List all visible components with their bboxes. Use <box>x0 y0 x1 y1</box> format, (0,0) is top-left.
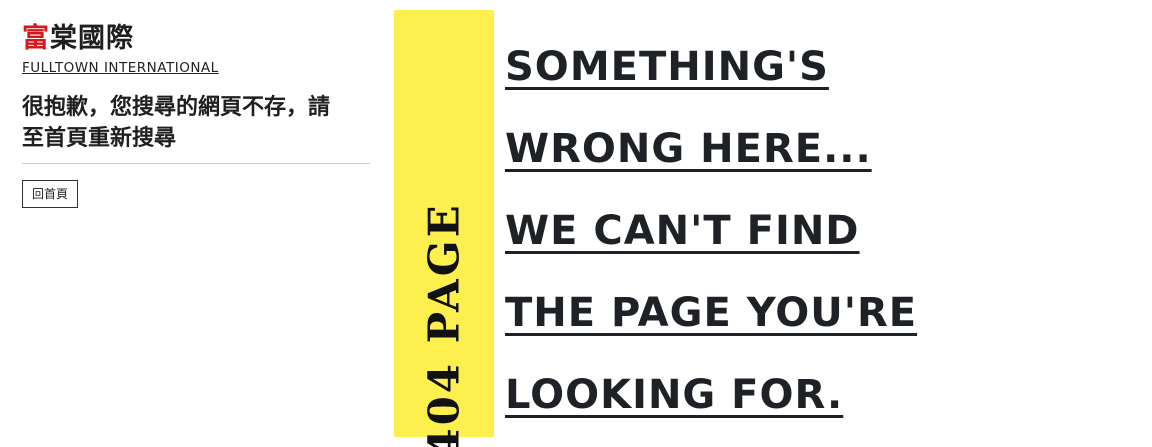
logo-chinese-rest: 棠國際 <box>50 23 134 54</box>
headline-line: THE PAGE YOU'RE <box>505 290 918 336</box>
headline: SOMETHING'S WRONG HERE... WE CAN'T FIND … <box>505 26 917 436</box>
logo-english: FULLTOWN INTERNATIONAL <box>22 60 219 76</box>
headline-line: LOOKING FOR. <box>505 372 844 418</box>
logo-chinese: 富棠國際 <box>22 22 372 56</box>
error-message: 很抱歉，您搜尋的網頁不存，請至首頁重新搜尋 <box>22 95 331 151</box>
logo-accent-char: 富 <box>22 23 50 54</box>
side-banner: 404 PAGE <box>394 10 494 447</box>
home-button[interactable]: 回首頁 <box>22 180 79 208</box>
side-label-404: 404 PAGE <box>419 202 469 447</box>
left-panel: 富棠國際 FULLTOWN INTERNATIONAL 很抱歉，您搜尋的網頁不存… <box>22 22 372 208</box>
headline-line: SOMETHING'S <box>505 44 829 90</box>
headline-line: WE CAN'T FIND <box>505 208 860 254</box>
headline-line: WRONG HERE... <box>505 126 872 172</box>
error-page: 富棠國際 FULLTOWN INTERNATIONAL 很抱歉，您搜尋的網頁不存… <box>0 0 1152 447</box>
divider <box>22 163 370 164</box>
brand-logo[interactable]: 富棠國際 FULLTOWN INTERNATIONAL <box>22 22 372 76</box>
